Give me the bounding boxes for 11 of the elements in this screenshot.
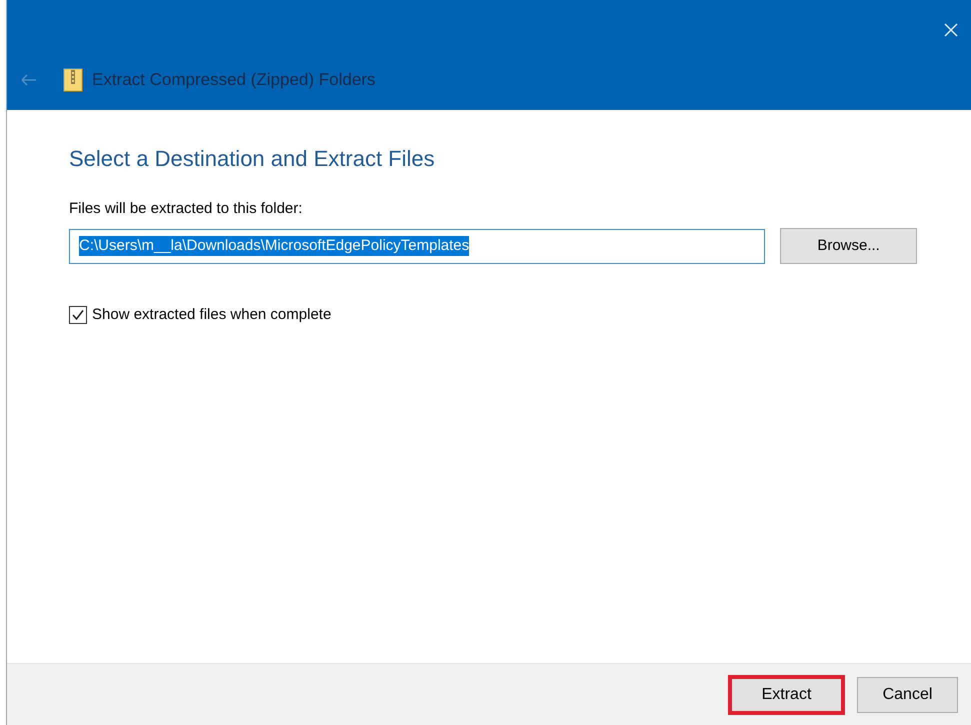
destination-label: Files will be extracted to this folder: xyxy=(69,199,304,219)
browse-button[interactable]: Browse... xyxy=(780,228,917,264)
destination-field[interactable]: C:\Users\m__la\Downloads\MicrosoftEdgePolicyTemplates xyxy=(69,228,766,264)
dialog-button[interactable]: Extract xyxy=(728,674,845,714)
close-icon xyxy=(943,22,959,38)
dialog-button[interactable]: Cancel xyxy=(857,676,958,712)
dialog-heading: Select a Destination and Extract Files xyxy=(69,145,436,173)
checkmark-icon xyxy=(71,308,85,322)
zip-folder-icon xyxy=(63,68,83,92)
window-title: Extract Compressed (Zipped) Folders xyxy=(92,69,376,92)
show-files-checkbox[interactable]: Show extracted files when complete xyxy=(69,304,332,326)
